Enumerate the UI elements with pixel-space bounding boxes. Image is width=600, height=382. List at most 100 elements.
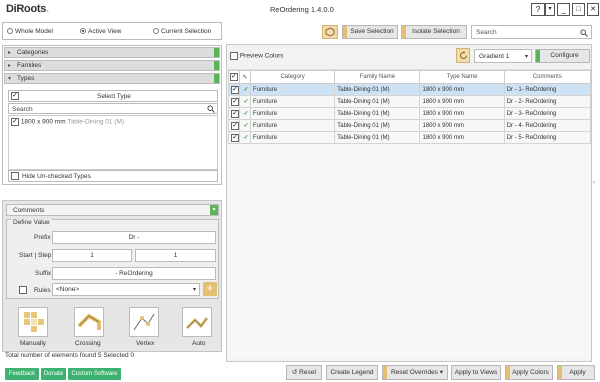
radio-selected-icon	[80, 28, 86, 35]
close-button[interactable]: ✕	[587, 3, 599, 16]
rules-dropdown[interactable]: <None> ▾	[52, 283, 200, 296]
row-status-check-icon: ✓	[239, 119, 252, 132]
maximize-button[interactable]: □	[572, 3, 585, 16]
row-checkbox[interactable]: ✓	[231, 109, 239, 118]
apply-button[interactable]: Apply	[557, 365, 595, 380]
apply-colors-button[interactable]: Apply Colors	[505, 365, 553, 380]
isolate-selection-button[interactable]: Isolate Selection	[401, 25, 467, 39]
apply-to-views-button[interactable]: Apply to Views	[451, 365, 501, 380]
type-checkbox[interactable]: ✓	[11, 118, 19, 126]
reset-button[interactable]: ↺ Reset	[286, 365, 322, 380]
row-checkbox-cell: ✓	[227, 107, 241, 120]
hide-unchecked-row[interactable]: Hide Un-checked Types	[8, 170, 218, 182]
cell-type-name: 1800 x 900 mm	[419, 83, 505, 96]
prefix-label: Prefix	[34, 234, 51, 241]
start-field[interactable]: 1	[52, 249, 132, 262]
row-status-check-icon: ✓	[239, 95, 252, 108]
cell-comments: Dr - 2- ReOrdering	[503, 95, 592, 108]
auto-icon	[185, 317, 209, 330]
row-checkbox[interactable]: ✓	[231, 97, 239, 106]
rules-label: Rules	[34, 287, 51, 294]
feedback-button[interactable]: Feedback	[5, 368, 39, 380]
crossing-icon	[77, 313, 101, 330]
list-item[interactable]: ✓ 1800 x 900 mm Table-Dining 01 (M)	[11, 118, 124, 126]
types-search-box[interactable]: Search	[8, 103, 218, 114]
step-field[interactable]: 1	[135, 249, 216, 262]
mode-auto-button[interactable]	[182, 307, 212, 337]
column-header-type-name[interactable]: Type Name	[419, 70, 505, 84]
column-header-category[interactable]: Category	[250, 70, 336, 84]
define-value-label: Define Value	[11, 219, 52, 226]
table-row[interactable]: ✓ ✓ Furniture Table-Dining 01 (M) 1800 x 900…	[227, 83, 592, 96]
accent-stripe	[558, 366, 562, 379]
hide-unchecked-label: Hide Un-checked Types	[22, 173, 91, 180]
types-section-header[interactable]: ▾ Types	[4, 73, 220, 84]
gradient-dropdown[interactable]: Gradient 1 ▾	[474, 49, 532, 63]
save-selection-button[interactable]: Save Selection	[342, 25, 398, 39]
mode-manually-label: Manually	[20, 340, 47, 347]
mode-auto-label: Auto	[192, 340, 206, 347]
column-header-family-name[interactable]: Family Name	[334, 70, 421, 84]
row-status-check-icon: ✓	[239, 131, 252, 144]
search-input[interactable]: Search	[476, 29, 497, 36]
hide-unchecked-checkbox[interactable]	[11, 172, 19, 180]
mode-crossing-button[interactable]	[74, 307, 104, 337]
select-all-checkbox[interactable]: ✓	[227, 70, 241, 84]
families-section-header[interactable]: ▸ Families	[4, 60, 220, 71]
select-type-row[interactable]: ✓ Select Type	[8, 90, 218, 102]
mode-vertex-button[interactable]	[129, 307, 159, 337]
add-rule-button[interactable]: +	[203, 282, 217, 296]
preview-colors-checkbox[interactable]	[230, 52, 238, 60]
table-row[interactable]: ✓ ✓ Furniture Table-Dining 01 (M) 1800 x 900…	[227, 119, 592, 132]
select-type-label: Select Type	[97, 93, 131, 100]
parameter-dropdown[interactable]: Comments ▾	[6, 204, 219, 216]
table-row[interactable]: ✓ ✓ Furniture Table-Dining 01 (M) 1800 x 900…	[227, 95, 592, 108]
types-search-input[interactable]: Search	[12, 106, 33, 113]
row-status-check-icon: ✓	[239, 107, 252, 120]
menu-chevron-icon[interactable]: ▾	[545, 3, 555, 16]
status-bar	[214, 61, 219, 70]
scope-option-current-selection[interactable]: Current Selection	[153, 28, 211, 35]
cell-comments: Dr - 5- ReOrdering	[503, 131, 592, 144]
create-legend-button[interactable]: Create Legend	[326, 365, 378, 380]
column-header-comments[interactable]: Comments	[503, 70, 592, 84]
rules-checkbox[interactable]	[19, 286, 27, 294]
search-box[interactable]: Search	[471, 25, 592, 39]
collapse-arrow-icon[interactable]: ‹	[593, 180, 599, 192]
cell-comments: Dr - 3- ReOrdering	[503, 107, 592, 120]
chevron-right-icon: ▸	[8, 50, 12, 56]
chevron-down-icon: ▾	[8, 76, 12, 82]
accent-stripe	[506, 366, 510, 379]
radio-icon	[153, 28, 159, 35]
mode-manually-button[interactable]	[18, 307, 48, 337]
scope-option-whole-model[interactable]: Whole Model	[7, 28, 53, 35]
preview-colors-toggle[interactable]: Preview Colors	[230, 52, 284, 60]
select-type-checkbox[interactable]: ✓	[11, 92, 19, 100]
configure-button[interactable]: Configure	[535, 49, 590, 63]
found-count: 5	[97, 352, 102, 359]
manual-order-icon	[24, 312, 44, 332]
status-bar	[214, 48, 219, 57]
help-button[interactable]: ?	[531, 3, 545, 16]
categories-section-header[interactable]: ▸ Categories	[4, 47, 220, 58]
donate-button[interactable]: Donate	[41, 368, 66, 380]
scope-option-active-view[interactable]: Active View	[80, 28, 121, 35]
table-row[interactable]: ✓ ✓ Furniture Table-Dining 01 (M) 1800 x 900…	[227, 131, 592, 144]
table-row[interactable]: ✓ ✓ Furniture Table-Dining 01 (M) 1800 x 900…	[227, 107, 592, 120]
refresh-selection-button[interactable]	[322, 25, 338, 39]
suffix-field[interactable]: - ReOrdering	[52, 267, 216, 280]
row-checkbox[interactable]: ✓	[231, 133, 239, 142]
row-checkbox[interactable]: ✓	[231, 121, 239, 130]
prefix-field[interactable]: Dr -	[52, 231, 216, 244]
custom-software-button[interactable]: Custom Software	[68, 368, 121, 380]
mode-crossing-label: Crossing	[75, 340, 101, 347]
minimize-button[interactable]: _	[557, 3, 570, 16]
row-checkbox[interactable]: ✓	[231, 85, 239, 94]
selected-count: 0	[130, 352, 135, 359]
reset-overrides-button[interactable]: Reset Overrides ▾	[382, 365, 448, 380]
refresh-colors-button[interactable]	[456, 48, 470, 63]
cell-type-name: 1800 x 900 mm	[419, 107, 505, 120]
row-checkbox-cell: ✓	[227, 95, 241, 108]
refresh-icon	[459, 51, 467, 59]
elements-table-area: ✓ ✎ Category Family Name Type Name Comme…	[227, 69, 592, 359]
